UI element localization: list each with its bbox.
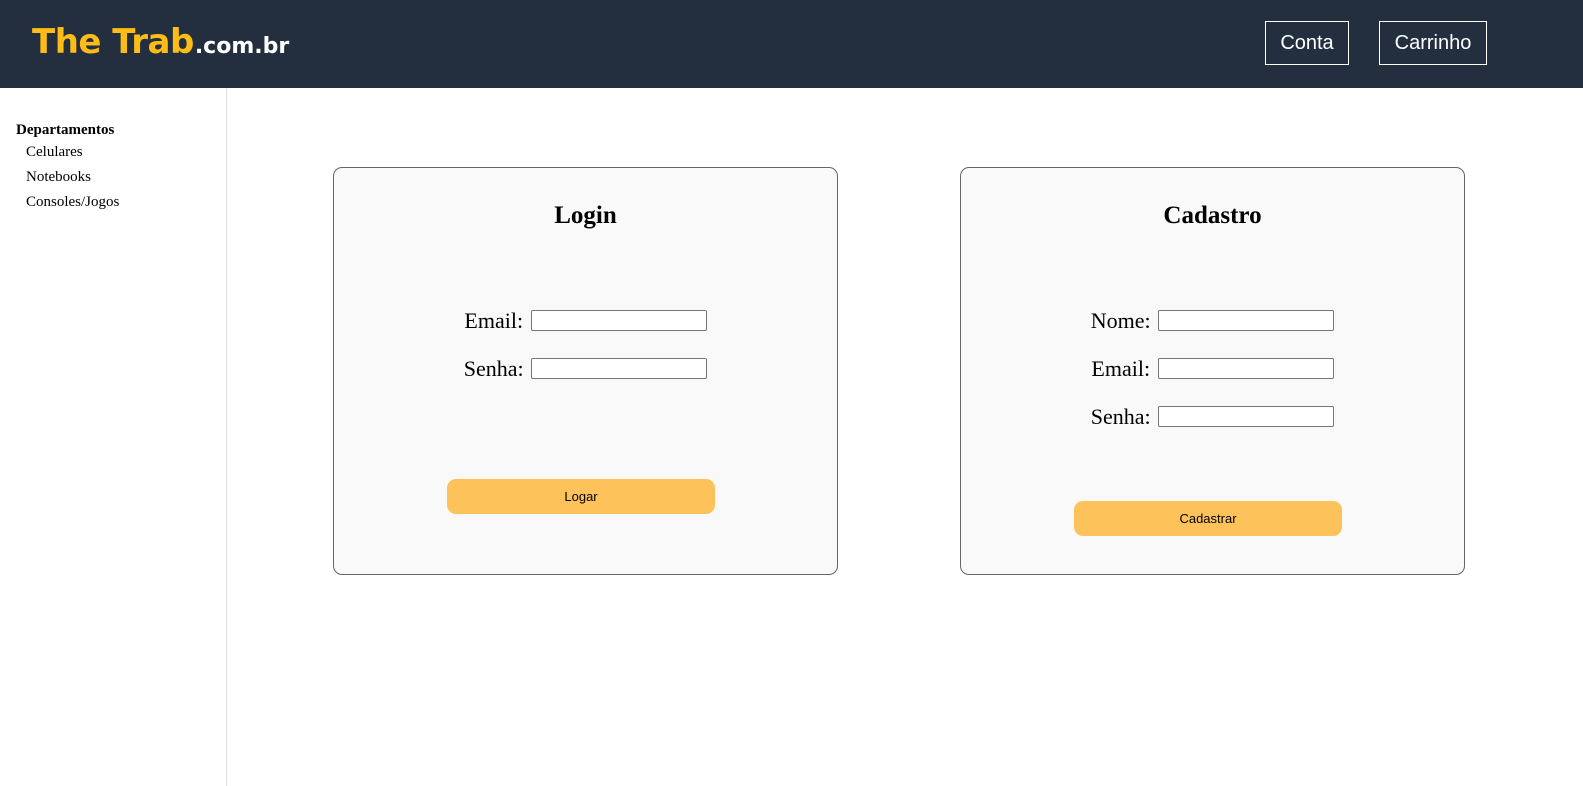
login-title: Login <box>554 202 617 229</box>
login-email-input[interactable] <box>530 310 707 332</box>
cadastro-email-row: Email: <box>961 354 1464 382</box>
cadastro-senha-input[interactable] <box>1158 406 1335 428</box>
login-senha-input[interactable] <box>531 358 708 380</box>
cadastro-nome-row: Nome: <box>961 306 1464 334</box>
sidebar-item-notebooks[interactable]: Notebooks <box>26 169 91 186</box>
cadastro-email-label: Email: <box>1091 355 1151 381</box>
carrinho-button[interactable]: Carrinho <box>1379 21 1487 65</box>
logo-main-text: The Trab <box>32 22 194 62</box>
login-email-label: Email: <box>464 307 524 333</box>
cadastro-senha-row: Senha: <box>961 402 1464 430</box>
logar-button[interactable]: Logar <box>447 479 715 514</box>
site-logo[interactable]: The Trab.com.br <box>32 22 289 62</box>
sidebar-item-celulares[interactable]: Celulares <box>26 144 83 161</box>
cadastro-panel: Cadastro Nome: Email: Senha: Cadastrar <box>960 167 1465 575</box>
login-senha-label: Senha: <box>463 355 524 381</box>
cadastro-title: Cadastro <box>1163 202 1262 229</box>
sidebar-title: Departamentos <box>16 122 115 138</box>
logo-domain-text: .com.br <box>194 34 290 59</box>
cadastro-nome-label: Nome: <box>1090 307 1151 333</box>
login-panel: Login Email: Senha: Logar <box>333 167 838 575</box>
cadastro-email-input[interactable] <box>1157 358 1334 380</box>
login-senha-row: Senha: <box>334 354 837 382</box>
login-email-row: Email: <box>334 306 837 334</box>
cadastro-nome-input[interactable] <box>1158 310 1335 332</box>
conta-button[interactable]: Conta <box>1265 21 1349 65</box>
cadastro-senha-label: Senha: <box>1090 403 1151 429</box>
cadastrar-button[interactable]: Cadastrar <box>1074 501 1342 536</box>
sidebar-item-consoles-jogos[interactable]: Consoles/Jogos <box>26 194 119 211</box>
top-header: The Trab.com.br Conta Carrinho <box>0 0 1583 88</box>
sidebar: Departamentos Celulares Notebooks Consol… <box>0 88 227 786</box>
